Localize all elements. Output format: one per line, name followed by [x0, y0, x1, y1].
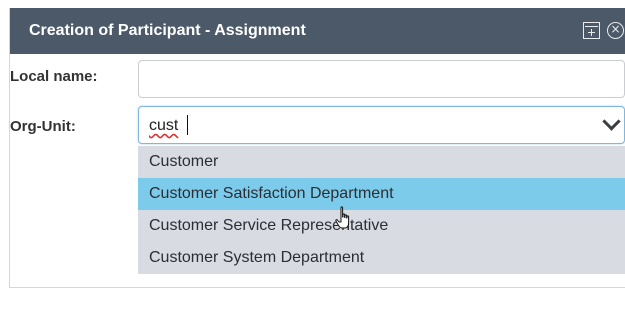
dropdown-option[interactable]: Customer System Department	[138, 242, 625, 274]
org-unit-combobox[interactable]: cust	[138, 106, 625, 144]
chevron-down-icon[interactable]	[602, 112, 621, 131]
local-name-input[interactable]	[138, 60, 625, 98]
local-name-label: Local name:	[10, 68, 98, 85]
dropdown-option[interactable]: Customer	[138, 146, 625, 178]
dropdown-option[interactable]: Customer Service Representative	[138, 210, 625, 242]
dialog-titlebar: Creation of Participant - Assignment ×	[10, 8, 625, 54]
expand-icon[interactable]	[583, 22, 600, 39]
org-unit-dropdown-list: Customer Customer Satisfaction Departmen…	[138, 146, 625, 274]
text-caret	[187, 115, 188, 135]
close-icon[interactable]: ×	[607, 22, 624, 39]
hand-pointer-icon	[335, 206, 350, 229]
org-unit-label: Org-Unit:	[10, 118, 76, 135]
org-unit-value: cust	[149, 117, 179, 134]
dropdown-option-hovered[interactable]: Customer Satisfaction Department	[138, 178, 625, 210]
dialog-title: Creation of Participant - Assignment	[29, 22, 306, 39]
participant-assignment-dialog: Creation of Participant - Assignment × L…	[9, 8, 625, 288]
